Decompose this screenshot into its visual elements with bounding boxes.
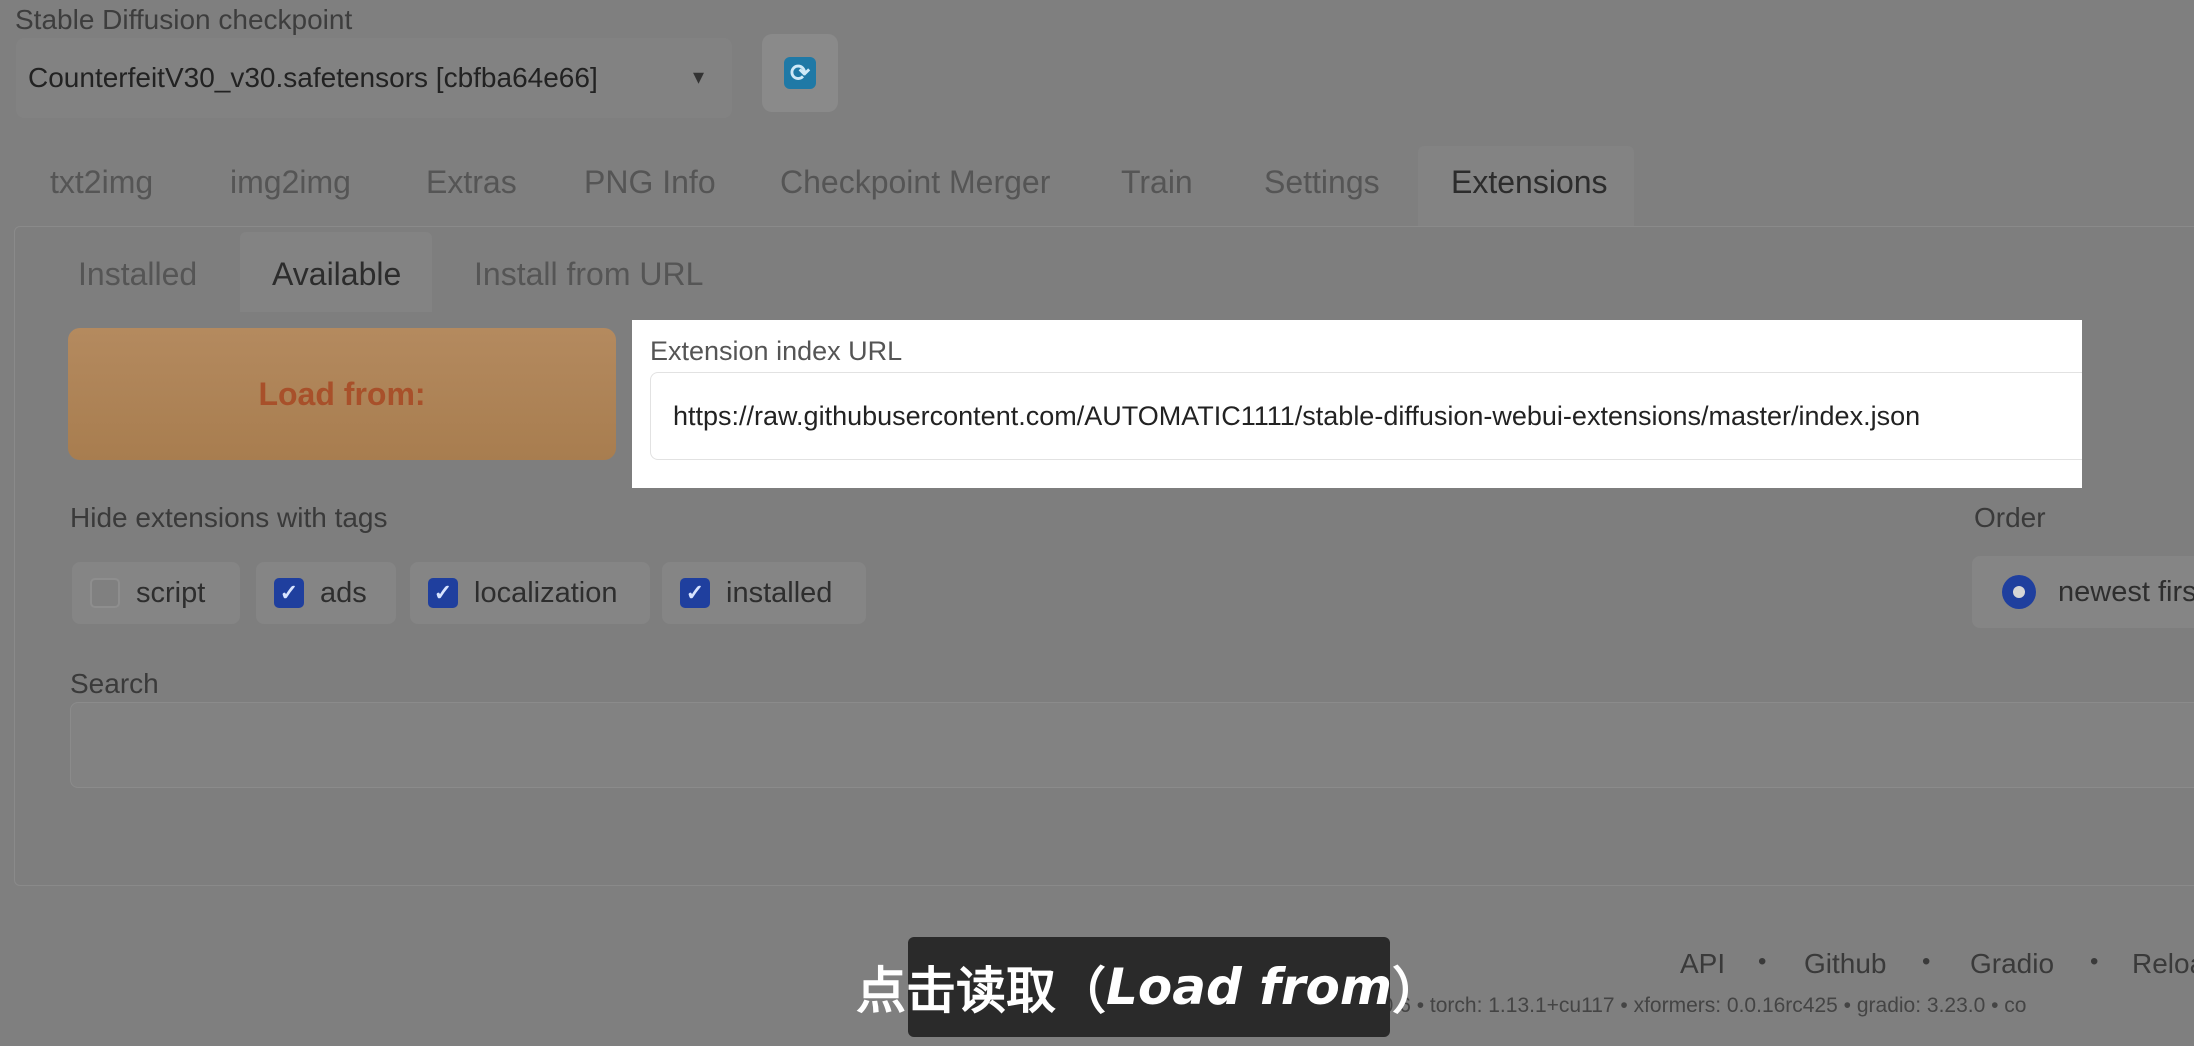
- footer-link-gradio[interactable]: Gradio: [1970, 948, 2054, 980]
- search-label: Search: [70, 668, 159, 699]
- checkpoint-label: Stable Diffusion checkpoint: [15, 4, 353, 35]
- tab-png-info[interactable]: PNG Info: [584, 164, 716, 201]
- checkbox-unchecked-icon: [90, 578, 120, 608]
- tab-txt2img[interactable]: txt2img: [50, 164, 153, 201]
- chevron-down-icon: ▾: [692, 64, 704, 89]
- footer-link-api[interactable]: API: [1680, 948, 1725, 980]
- tab-checkpoint-merger[interactable]: Checkpoint Merger: [780, 164, 1050, 201]
- video-subtitle: 点击读取（ Load from）: [856, 937, 1442, 1037]
- tag-label: ads: [320, 576, 367, 609]
- footer-separator: •: [1922, 948, 1931, 975]
- footer-link-github[interactable]: Github: [1804, 948, 1887, 980]
- search-input[interactable]: [70, 702, 2194, 788]
- extension-index-url-value: https://raw.githubusercontent.com/AUTOMA…: [673, 400, 1921, 431]
- checkbox-checked-icon: ✓: [680, 578, 710, 608]
- tag-label: installed: [726, 576, 833, 609]
- radio-selected-icon: [2002, 575, 2036, 609]
- tab-extras[interactable]: Extras: [426, 164, 517, 201]
- order-option-label: newest first: [2058, 575, 2194, 608]
- tag-checkbox-installed[interactable]: ✓ installed: [662, 562, 866, 624]
- tag-checkbox-script[interactable]: script: [72, 562, 240, 624]
- tab-installed[interactable]: Installed: [78, 256, 197, 293]
- checkpoint-dropdown[interactable]: CounterfeitV30_v30.safetensors [cbfba64e…: [16, 38, 732, 118]
- order-option-newest-first[interactable]: newest first: [1972, 556, 2194, 628]
- tag-checkbox-ads[interactable]: ✓ ads: [256, 562, 396, 624]
- footer-separator: •: [2090, 948, 2099, 975]
- version-info: 10.6 • torch: 1.13.1+cu117 • xformers: 0…: [1370, 994, 2027, 1017]
- tab-install-from-url[interactable]: Install from URL: [474, 256, 703, 293]
- extension-index-label: Extension index URL: [650, 336, 903, 366]
- tab-available[interactable]: Available: [272, 256, 401, 293]
- extension-index-url-input[interactable]: https://raw.githubusercontent.com/AUTOMA…: [650, 372, 2082, 460]
- refresh-icon: ⟳: [784, 57, 816, 89]
- refresh-checkpoint-button[interactable]: ⟳: [762, 34, 838, 112]
- footer-link-reload[interactable]: Reloa: [2132, 948, 2194, 980]
- footer-separator: •: [1758, 948, 1767, 975]
- tab-img2img[interactable]: img2img: [230, 164, 351, 201]
- checkbox-checked-icon: ✓: [428, 578, 458, 608]
- tag-checkbox-localization[interactable]: ✓ localization: [410, 562, 650, 624]
- load-from-button[interactable]: Load from:: [68, 328, 616, 460]
- tag-label: localization: [474, 576, 618, 609]
- subtitle-close: ）: [1392, 962, 1443, 1020]
- subtitle-chinese: 点击读取（: [856, 962, 1106, 1020]
- hide-tags-label: Hide extensions with tags: [70, 502, 388, 533]
- order-label: Order: [1974, 502, 2046, 533]
- tab-settings[interactable]: Settings: [1264, 164, 1380, 201]
- tag-label: script: [136, 576, 206, 609]
- tab-extensions[interactable]: Extensions: [1451, 164, 1608, 201]
- tab-train[interactable]: Train: [1121, 164, 1193, 201]
- checkbox-checked-icon: ✓: [274, 578, 304, 608]
- subtitle-english: Load from: [1106, 958, 1393, 1016]
- checkpoint-value: CounterfeitV30_v30.safetensors [cbfba64e…: [28, 62, 598, 93]
